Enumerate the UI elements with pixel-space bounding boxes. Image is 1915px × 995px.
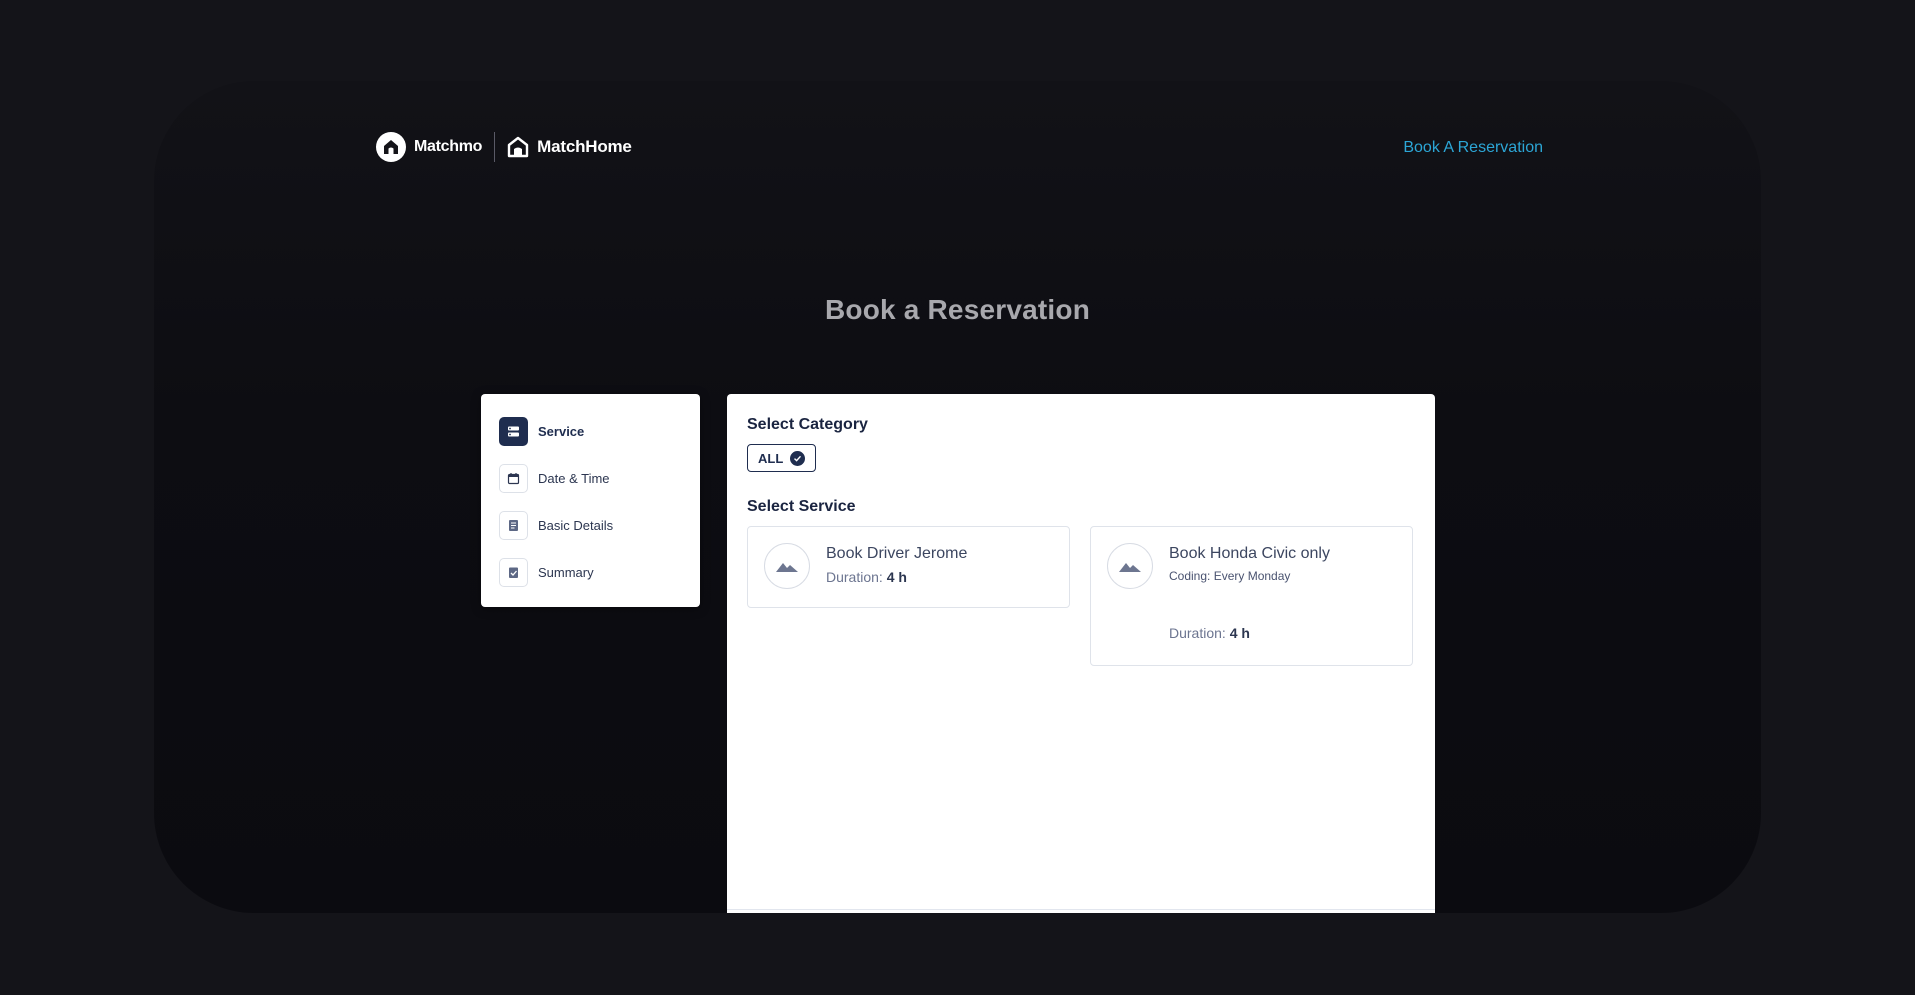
service-card[interactable]: Book Honda Civic only Coding: Every Mond… xyxy=(1090,526,1413,666)
booking-stepper: Service Date & Time Basic Details Summar… xyxy=(481,394,700,607)
check-circle-icon xyxy=(790,450,806,466)
image-placeholder-icon xyxy=(1107,543,1153,589)
step-label: Summary xyxy=(538,564,594,580)
service-duration: Duration: 4 h xyxy=(1169,625,1330,641)
duration-value: 4 h xyxy=(886,569,907,585)
service-info: Book Honda Civic only Coding: Every Mond… xyxy=(1169,543,1330,649)
service-duration: Duration: 4 h xyxy=(826,569,967,585)
brand-logo[interactable]: Matchmo MatchHome xyxy=(376,132,632,162)
panel-footer-divider xyxy=(727,909,1435,910)
service-subtitle: Coding: Every Monday xyxy=(1169,569,1291,583)
brand-primary-name: Matchmo xyxy=(414,138,483,155)
step-service[interactable]: Service xyxy=(499,416,682,446)
top-header: Matchmo MatchHome Book A Reservation xyxy=(154,81,1761,211)
duration-value: 4 h xyxy=(1229,625,1250,641)
brand-secondary-name: MatchHome xyxy=(537,137,632,156)
service-card[interactable]: Book Driver Jerome Duration: 4 h xyxy=(747,526,1070,608)
category-chip-all[interactable]: ALL xyxy=(747,444,817,472)
page-title: Book a Reservation xyxy=(824,294,1091,325)
service-list: Book Driver Jerome Duration: 4 h Book Ho… xyxy=(747,526,1415,666)
list-icon xyxy=(499,416,528,446)
duration-label: Duration: xyxy=(1169,625,1226,641)
step-label: Date & Time xyxy=(538,470,610,486)
matchmo-logo-icon xyxy=(376,132,406,162)
service-info: Book Driver Jerome Duration: 4 h xyxy=(826,543,967,591)
matchhome-logo-icon xyxy=(507,136,529,158)
service-name: Book Driver Jerome xyxy=(826,545,968,562)
select-category-heading: Select Category xyxy=(747,416,868,433)
brand-divider xyxy=(494,132,496,162)
step-date-time[interactable]: Date & Time xyxy=(499,463,682,493)
image-placeholder-icon xyxy=(764,543,810,589)
booking-panel: Select Category ALL Select Service Book … xyxy=(727,394,1435,913)
book-reservation-nav-link[interactable]: Book A Reservation xyxy=(1403,139,1543,157)
step-label: Basic Details xyxy=(538,517,614,533)
document-icon xyxy=(499,510,528,540)
calendar-icon xyxy=(499,463,528,493)
step-summary[interactable]: Summary xyxy=(499,557,682,587)
service-name: Book Honda Civic only xyxy=(1169,545,1330,562)
duration-label: Duration: xyxy=(826,569,883,585)
select-service-heading: Select Service xyxy=(747,498,856,515)
step-label: Service xyxy=(538,423,585,439)
step-basic-details[interactable]: Basic Details xyxy=(499,510,682,540)
checklist-icon xyxy=(499,557,528,587)
app-frame: Matchmo MatchHome Book A Reservation Boo… xyxy=(154,81,1761,913)
chip-label: ALL xyxy=(758,450,784,466)
